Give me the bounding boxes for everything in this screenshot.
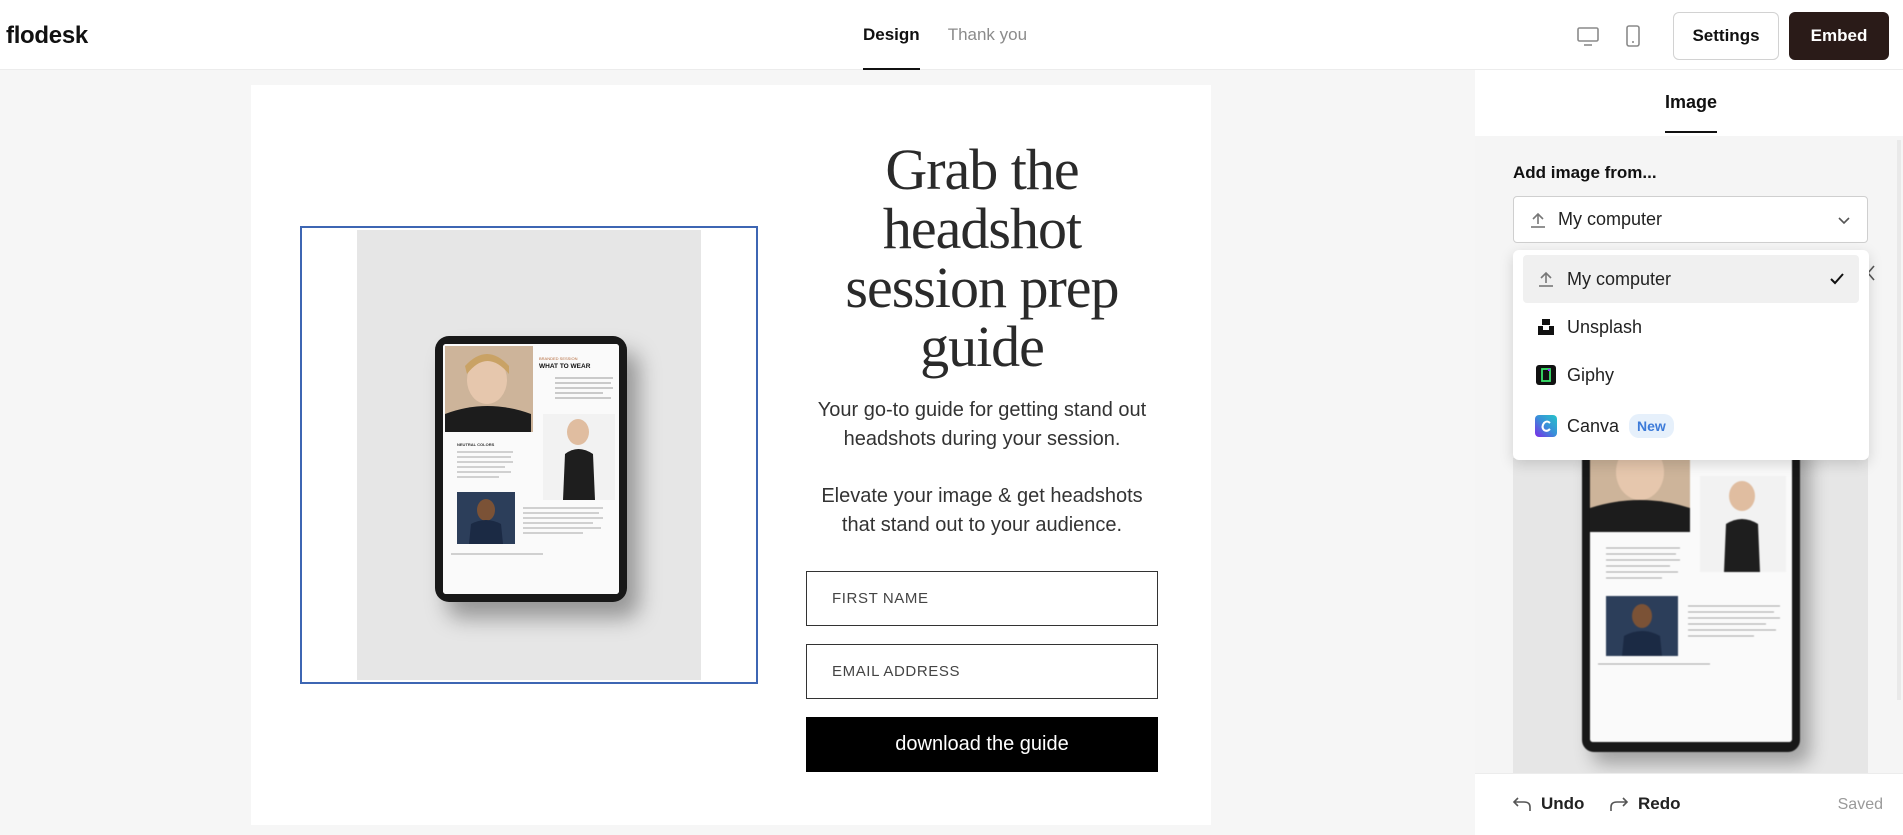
upload-icon <box>1528 210 1548 230</box>
tablet-title: WHAT TO WEAR <box>539 363 591 370</box>
undo-button[interactable]: Undo <box>1511 794 1584 814</box>
tablet-mockup-image: BRANDED SESSION WHAT TO WEAR NEUTRAL COL… <box>435 336 627 602</box>
menu-item-label: Unsplash <box>1567 316 1643 337</box>
menu-item-unsplash[interactable]: Unsplash <box>1523 303 1859 351</box>
menu-item-label: My computer <box>1567 268 1672 289</box>
menu-item-label: Canva <box>1567 415 1620 436</box>
add-image-label: Add image from... <box>1513 163 1657 182</box>
redo-icon <box>1610 797 1629 811</box>
checkmark-icon <box>1827 269 1847 294</box>
tab-thank-you[interactable]: Thank you <box>948 0 1027 70</box>
menu-item-giphy[interactable]: Giphy <box>1523 351 1859 399</box>
selected-image-block[interactable]: BRANDED SESSION WHAT TO WEAR NEUTRAL COL… <box>300 226 758 684</box>
canva-icon <box>1535 415 1557 437</box>
logo[interactable]: flodesk <box>6 22 88 50</box>
desktop-view-icon[interactable] <box>1576 24 1600 48</box>
top-bar: flodesk Design Thank you Settings Embed <box>0 0 1903 70</box>
panel-scrollbar[interactable] <box>1897 140 1901 700</box>
menu-item-my-computer[interactable]: My computer <box>1523 255 1859 303</box>
editor-tabs: Design Thank you <box>863 0 1027 70</box>
selected-source-label: My computer <box>1558 209 1663 229</box>
download-guide-button[interactable]: download the guide <box>806 717 1158 772</box>
unsplash-icon <box>1535 316 1557 338</box>
form-headline: Grab the headshot session prep guide <box>845 137 1119 379</box>
chevron-down-icon <box>1835 211 1853 234</box>
tablet-screen: BRANDED SESSION WHAT TO WEAR NEUTRAL COL… <box>443 344 619 594</box>
preview-tablet-image <box>1582 458 1800 752</box>
email-field[interactable]: EMAIL ADDRESS <box>806 644 1158 699</box>
form-description: Your go-to guide for getting stand out h… <box>817 399 1147 450</box>
undo-label: Undo <box>1541 794 1585 813</box>
tab-design[interactable]: Design <box>863 0 920 70</box>
undo-icon <box>1512 797 1531 811</box>
image-source-menu: My computer Unsplash Giphy Canva New <box>1513 250 1869 460</box>
redo-button[interactable]: Redo <box>1608 794 1681 814</box>
settings-button[interactable]: Settings <box>1673 12 1779 60</box>
image-preview <box>1513 458 1868 774</box>
upload-icon <box>1535 268 1557 290</box>
menu-item-label: Giphy <box>1567 364 1615 385</box>
giphy-icon <box>1535 364 1557 386</box>
panel-header: Image <box>1475 70 1903 136</box>
save-status: Saved <box>1837 796 1883 813</box>
embed-button[interactable]: Embed <box>1789 12 1889 60</box>
form-description-secondary: Elevate your image & get headshots that … <box>821 485 1143 536</box>
mobile-view-icon[interactable] <box>1621 24 1645 48</box>
redo-label: Redo <box>1638 794 1681 813</box>
image-source-select[interactable]: My computer <box>1513 196 1868 243</box>
undo-redo-bar: Undo Redo Saved <box>1475 773 1903 835</box>
menu-item-canva[interactable]: Canva New <box>1523 402 1859 450</box>
image-background: BRANDED SESSION WHAT TO WEAR NEUTRAL COL… <box>357 230 701 680</box>
first-name-field[interactable]: FIRST NAME <box>806 571 1158 626</box>
tab-image[interactable]: Image <box>1665 92 1718 133</box>
preview-tablet-screen <box>1590 458 1792 742</box>
new-badge: New <box>1629 414 1674 438</box>
tablet-section: NEUTRAL COLORS <box>457 442 495 447</box>
tablet-kicker: BRANDED SESSION <box>539 356 578 361</box>
